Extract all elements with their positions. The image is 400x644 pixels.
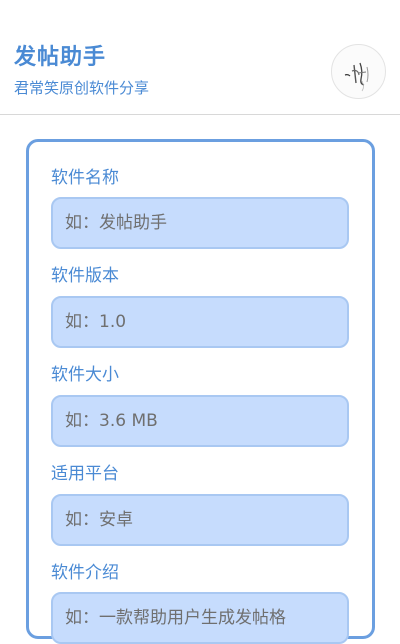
avatar[interactable] bbox=[331, 44, 386, 99]
app-header: 发帖助手 君常笑原创软件分享 bbox=[0, 0, 400, 114]
software-name-input[interactable] bbox=[51, 197, 349, 249]
header-divider bbox=[0, 114, 400, 115]
software-version-input[interactable] bbox=[51, 296, 349, 348]
app-title: 发帖助手 bbox=[14, 45, 107, 70]
platform-input[interactable] bbox=[51, 494, 349, 546]
app-subtitle: 君常笑原创软件分享 bbox=[14, 79, 150, 97]
field-label-software-intro: 软件介绍 bbox=[51, 563, 119, 583]
software-intro-input[interactable] bbox=[51, 592, 349, 644]
field-label-software-size: 软件大小 bbox=[51, 365, 119, 385]
field-label-platform: 适用平台 bbox=[51, 464, 119, 484]
software-size-input[interactable] bbox=[51, 395, 349, 447]
field-label-software-version: 软件版本 bbox=[51, 266, 119, 286]
field-label-software-name: 软件名称 bbox=[51, 168, 119, 188]
handwriting-logo-icon bbox=[344, 62, 369, 92]
